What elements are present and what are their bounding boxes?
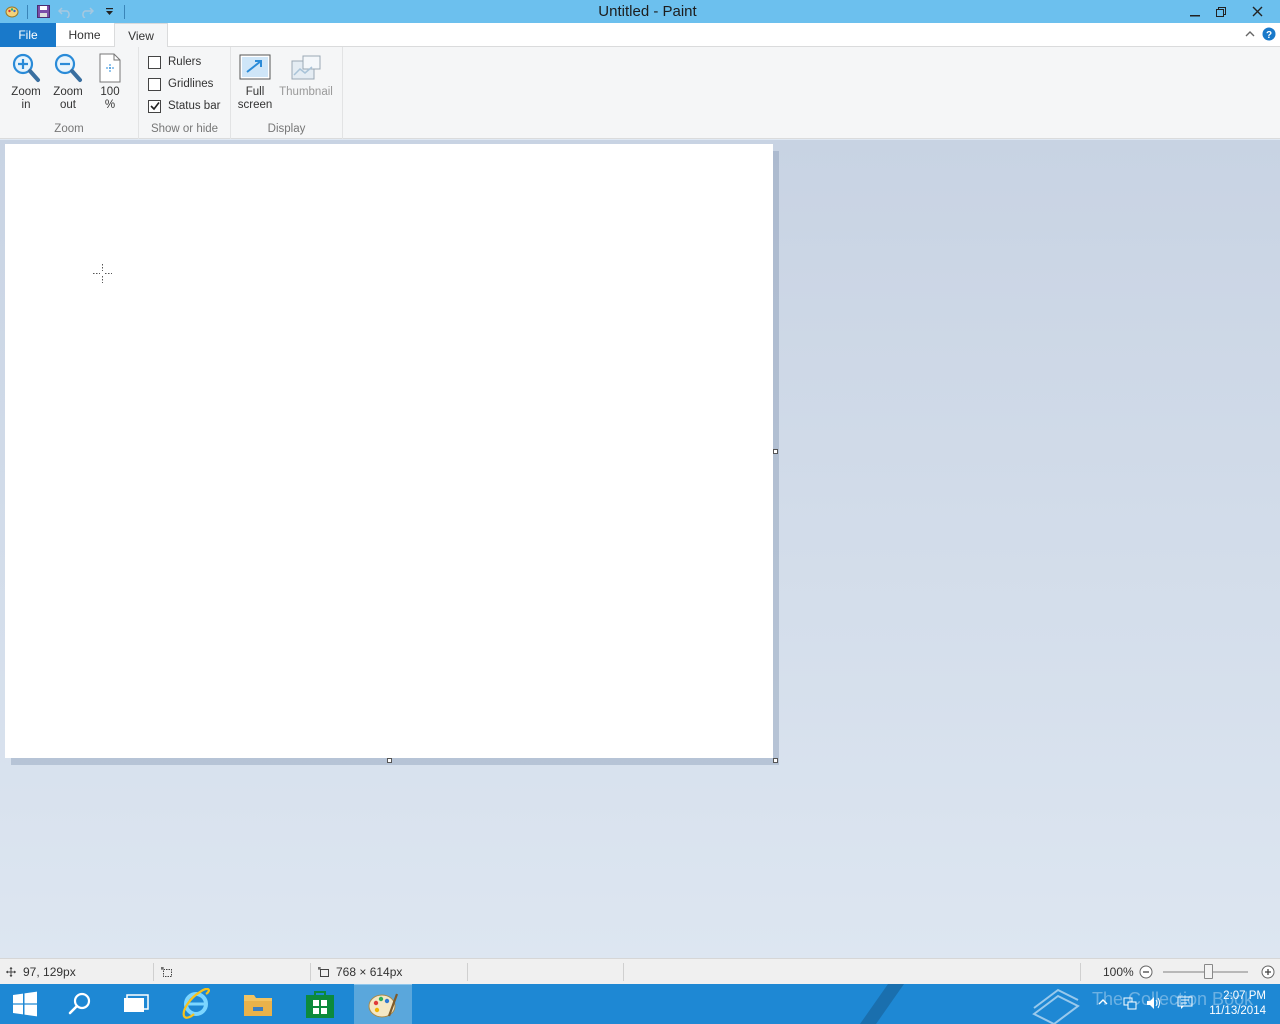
zoom-in-icon [10,51,42,85]
window-controls [1182,0,1280,23]
canvas-size-indicator: 768 × 614px [318,959,402,985]
tray-decoration-stripe-icon [860,984,904,1024]
clock-time: 2:07 PM [1223,990,1266,1002]
internet-explorer-icon[interactable] [170,984,222,1024]
volume-icon[interactable] [1146,996,1162,1013]
zoom-100-label-1: 100 [100,86,120,98]
selection-icon [161,966,173,978]
canvas-size-text: 768 × 614px [336,965,403,979]
zoom-out-button[interactable]: Zoom out [48,51,88,112]
thumbnail-label: Thumbnail [279,86,333,98]
zoom-in-label-2: in [21,99,31,111]
taskbar: The Collection Book 2:07 PM 11/13/2014 [0,984,1280,1024]
book-watermark-icon [1030,984,1082,1024]
zoom-slider-thumb[interactable] [1204,964,1213,979]
task-view-icon[interactable] [110,984,162,1024]
close-icon[interactable] [1234,0,1280,23]
cursor-position-text: 97, 129px [23,965,76,979]
tab-file[interactable]: File [0,23,56,47]
cursor-position-indicator: 97, 129px [6,959,76,985]
gridlines-checkbox[interactable]: Gridlines [148,75,213,93]
tab-home[interactable]: Home [56,23,113,47]
zoom-group: Zoom in Zoom out 100 % Zoom [0,47,139,139]
drawing-canvas[interactable] [5,144,773,758]
zoom-out-label-2: out [60,99,76,111]
paint-taskbar-icon[interactable] [354,984,412,1024]
status-separator [153,963,154,981]
help-icon[interactable]: ? [1262,27,1276,44]
display-group-label: Display [267,123,306,135]
display-group: Full screen Thumbnail Display [231,47,343,139]
canvas-resize-handle-bottom[interactable] [387,758,392,763]
canvas-size-icon [318,966,330,978]
move-cursor-icon [6,967,16,977]
minimize-ribbon-icon[interactable] [1244,28,1256,43]
status-bar: 97, 129px 768 × 614px 100% [0,958,1280,984]
zoom-in-status-icon[interactable] [1261,959,1275,985]
status-separator [467,963,468,981]
selection-size-indicator [161,959,173,985]
search-icon[interactable] [54,984,106,1024]
full-screen-button[interactable]: Full screen [235,51,275,112]
store-icon[interactable] [294,984,346,1024]
clock[interactable]: 2:07 PM 11/13/2014 [1209,989,1266,1019]
network-icon[interactable] [1123,996,1137,1013]
status-bar-checkbox[interactable]: Status bar [148,97,220,115]
full-screen-label-1: Full [245,86,265,98]
zoom-level-text: 100% [1103,965,1134,979]
show-hidden-icons-icon[interactable] [1098,996,1108,1010]
zoom-100-button[interactable]: 100 % [90,51,130,112]
zoom-100-label-2: % [104,99,116,111]
full-screen-label-2: screen [237,99,273,111]
canvas-resize-handle-right[interactable] [773,449,778,454]
window-title: Untitled - Paint [598,3,697,20]
notification-icon[interactable] [1177,996,1193,1013]
show-or-hide-group-label: Show or hide [150,123,219,135]
zoom-out-status-icon[interactable] [1139,959,1153,985]
show-or-hide-group: Rulers Gridlines Status bar Show or hide [139,47,231,139]
status-separator [1080,963,1081,981]
tab-view[interactable]: View [114,23,168,48]
zoom-out-icon [52,51,84,85]
full-screen-icon [239,51,271,85]
svg-text:?: ? [1266,30,1272,41]
thumbnail-icon [290,51,322,85]
rulers-checkbox[interactable]: Rulers [148,53,201,71]
thumbnail-button[interactable]: Thumbnail [279,51,333,99]
zoom-in-label-1: Zoom [11,86,41,98]
zoom-out-label-1: Zoom [53,86,83,98]
status-separator [623,963,624,981]
zoom-in-button[interactable]: Zoom in [6,51,46,112]
page-100-icon [94,51,126,85]
start-icon[interactable] [0,984,50,1024]
ribbon-tab-bar: File Home View ? [0,23,1280,48]
crosshair-cursor-icon [92,263,113,284]
checkbox-box [148,77,161,91]
zoom-group-label: Zoom [54,123,84,135]
ribbon: Zoom in Zoom out 100 % Zoom Rulers Gridl… [0,47,1280,139]
minimize-icon[interactable] [1182,0,1208,23]
checkmark-icon [148,99,161,113]
title-bar: Untitled - Paint [0,0,1280,23]
canvas-resize-handle-corner[interactable] [773,758,778,763]
clock-date: 11/13/2014 [1209,1005,1266,1017]
restore-icon[interactable] [1208,0,1234,23]
rulers-label: Rulers [168,56,202,68]
checkbox-box [148,55,161,69]
status-bar-label: Status bar [168,100,221,112]
status-separator [310,963,311,981]
file-explorer-icon[interactable] [232,984,284,1024]
ribbon-right-controls: ? [1244,23,1280,47]
gridlines-label: Gridlines [168,78,214,90]
